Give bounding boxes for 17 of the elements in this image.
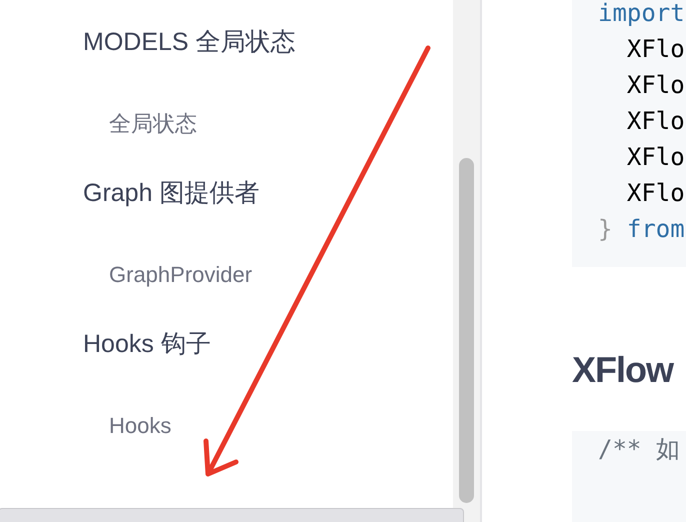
scrollbar-thumb[interactable] <box>459 158 474 503</box>
sidebar-section-link[interactable]: Hooks 钩子 <box>83 326 211 362</box>
code-text: XFlo <box>626 71 685 99</box>
code-text: from <box>626 215 685 243</box>
code-text: /** 如 <box>598 435 680 463</box>
code-text: XFlo <box>626 35 685 63</box>
sidebar-section-link[interactable]: MODELS 全局状态 <box>83 24 296 60</box>
code-text: XFlo <box>626 143 685 171</box>
code-text: } <box>598 215 612 243</box>
sidebar-item[interactable]: GraphProvider <box>109 259 252 291</box>
code-text: import <box>598 0 685 27</box>
sidebar-item[interactable]: Hooks <box>109 410 172 442</box>
sidebar-item[interactable]: 全局状态 <box>109 108 197 140</box>
sidebar-section-link[interactable]: Graph 图提供者 <box>83 175 260 211</box>
code-text: XFlo <box>626 107 685 135</box>
code-text: XFlo <box>626 179 685 207</box>
section-heading: XFlow <box>572 349 675 391</box>
